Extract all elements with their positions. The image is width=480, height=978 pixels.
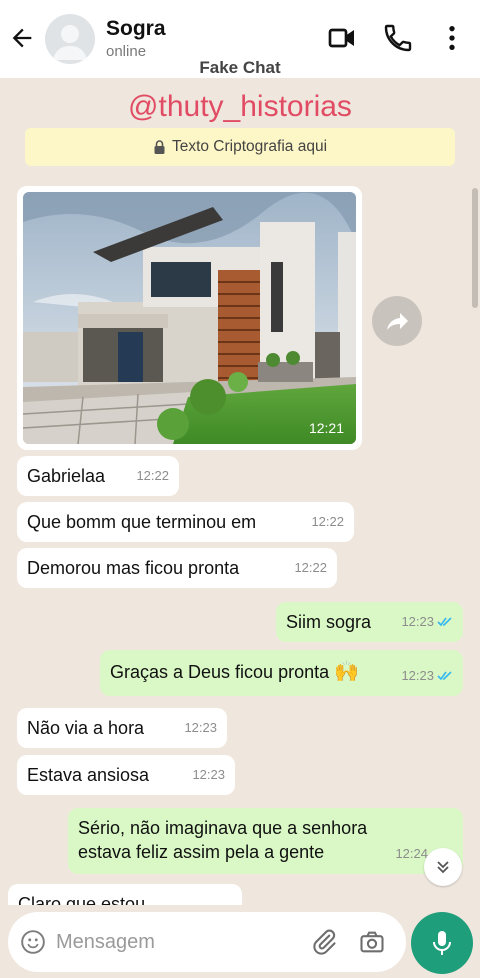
app-watermark: Fake Chat bbox=[199, 58, 281, 77]
message-time: 12:24 bbox=[395, 846, 428, 861]
message-time-text: 12:23 bbox=[401, 668, 434, 683]
lock-icon bbox=[154, 140, 165, 154]
message-bubble[interactable]: Sério, não imaginava que a senhora estav… bbox=[68, 808, 463, 874]
more-vert-icon[interactable] bbox=[436, 22, 468, 54]
message-bubble[interactable]: Siim sogra 12:23 bbox=[276, 602, 463, 642]
avatar-placeholder-icon bbox=[53, 25, 87, 60]
message-bubble[interactable]: Claro que estou bbox=[8, 884, 242, 905]
user-watermark: @thuty_historias bbox=[128, 90, 352, 123]
message-text-line: Sério, não imaginava que a senhora bbox=[78, 818, 368, 838]
video-call-icon[interactable] bbox=[326, 22, 358, 54]
scroll-down-button[interactable] bbox=[424, 848, 462, 886]
message-text: Claro que estou bbox=[18, 894, 146, 905]
message-text: Demorou mas ficou pronta bbox=[27, 558, 240, 578]
message-time: 12:23 bbox=[401, 610, 453, 634]
message-text: Não via a hora bbox=[27, 718, 145, 738]
phone-icon[interactable] bbox=[382, 22, 414, 54]
encryption-notice[interactable]: Texto Criptografia aqui bbox=[25, 128, 455, 166]
message-text: Que bomm que terminou em bbox=[27, 512, 257, 532]
message-text: Estava ansiosa bbox=[27, 765, 150, 785]
mic-icon bbox=[433, 931, 451, 955]
emoji-icon[interactable] bbox=[20, 929, 46, 955]
house-photo[interactable]: 12:21 bbox=[23, 192, 356, 444]
message-time: 12:23 bbox=[184, 720, 217, 735]
message-time: 12:22 bbox=[136, 468, 169, 483]
read-ticks-icon bbox=[437, 617, 452, 627]
message-time: 12:22 bbox=[294, 560, 327, 575]
chat-area[interactable]: @thuty_historias Texto Criptografia aqui bbox=[0, 78, 480, 905]
raised-hands-emoji: 🙌 bbox=[334, 661, 360, 683]
camera-icon[interactable] bbox=[358, 928, 386, 956]
message-text: Gabrielaa bbox=[27, 466, 106, 486]
avatar[interactable] bbox=[45, 14, 95, 64]
message-time: 12:23 bbox=[192, 767, 225, 782]
paperclip-icon[interactable] bbox=[310, 928, 338, 956]
scrollbar[interactable] bbox=[472, 188, 478, 308]
message-input[interactable]: Mensagem bbox=[56, 931, 155, 954]
message-bubble[interactable]: Demorou mas ficou pronta 12:22 bbox=[17, 548, 337, 588]
house-image bbox=[23, 192, 356, 444]
arrow-left-icon[interactable] bbox=[8, 24, 36, 52]
contact-name[interactable]: Sogra bbox=[106, 17, 166, 41]
message-text: Siim sogra bbox=[286, 612, 372, 632]
message-composer[interactable]: Mensagem bbox=[8, 912, 406, 972]
message-time: 12:21 bbox=[308, 420, 344, 436]
message-time-text: 12:23 bbox=[401, 614, 434, 629]
message-bubble[interactable]: Gabrielaa 12:22 bbox=[17, 456, 179, 496]
message-bubble[interactable]: Estava ansiosa 12:23 bbox=[17, 755, 235, 795]
read-ticks-icon bbox=[437, 671, 452, 681]
forward-button[interactable] bbox=[372, 296, 422, 346]
message-bubble[interactable]: Graças a Deus ficou pronta 🙌 12:23 bbox=[100, 650, 463, 696]
message-time: 12:22 bbox=[311, 514, 344, 529]
image-message[interactable]: 12:21 bbox=[17, 186, 362, 450]
message-bubble[interactable]: Que bomm que terminou em 12:22 bbox=[17, 502, 354, 542]
message-text: Graças a Deus ficou pronta bbox=[110, 662, 330, 682]
forward-icon bbox=[387, 313, 408, 330]
encryption-notice-text: Texto Criptografia aqui bbox=[171, 138, 328, 155]
chevron-double-down-icon bbox=[437, 861, 449, 874]
message-bubble[interactable]: Não via a hora 12:23 bbox=[17, 708, 227, 748]
message-time: 12:23 bbox=[401, 664, 453, 688]
mic-button[interactable] bbox=[411, 912, 473, 974]
